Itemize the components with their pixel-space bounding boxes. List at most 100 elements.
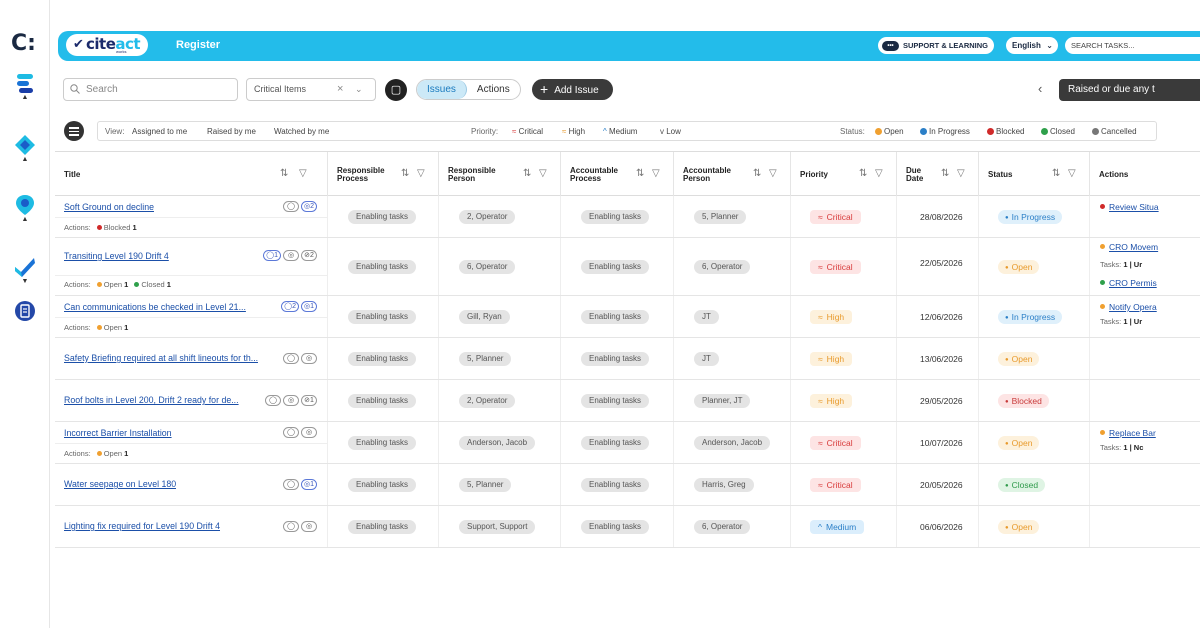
raised-due-button[interactable]: Raised or due any t xyxy=(1059,79,1200,101)
priority-filter-low[interactable]: v Low xyxy=(660,127,681,136)
watch-icon[interactable]: ◎ xyxy=(283,250,299,261)
attachment-icon[interactable]: ⊘1 xyxy=(301,395,317,406)
menu-icon[interactable] xyxy=(64,121,84,141)
table-row[interactable]: Incorrect Barrier Installation ◯ ◎ Actions:… xyxy=(55,422,1200,464)
column-header-status[interactable]: Status ⇅ ▽ xyxy=(978,152,1089,197)
rail-item-diamond[interactable]: ▲ xyxy=(0,134,50,164)
sort-icon[interactable]: ⇅ xyxy=(523,168,531,179)
column-header-apers[interactable]: Accountable Person ⇅ ▽ xyxy=(673,152,790,197)
rail-item-check[interactable]: ▼ xyxy=(0,256,50,286)
view-watched[interactable]: Watched by me xyxy=(274,127,329,136)
status-filter-open[interactable]: Open xyxy=(875,127,904,136)
tab-issues[interactable]: Issues xyxy=(417,80,467,99)
watch-icon[interactable]: ◎2 xyxy=(300,201,317,212)
comment-icon[interactable]: ◯ xyxy=(283,353,299,364)
table-row[interactable]: Roof bolts in Level 200, Drift 2 ready f… xyxy=(55,380,1200,422)
sort-icon[interactable]: ⇅ xyxy=(941,168,949,179)
issue-title-link[interactable]: Roof bolts in Level 200, Drift 2 ready f… xyxy=(64,395,239,405)
filter-icon[interactable]: ▽ xyxy=(539,168,547,179)
action-link-item[interactable]: Review Situa xyxy=(1100,202,1159,212)
filter-icon[interactable]: ▽ xyxy=(1068,168,1076,179)
action-link-item[interactable]: Replace Bar xyxy=(1100,428,1156,438)
issue-title-link[interactable]: Safety Briefing required at all shift li… xyxy=(64,353,258,363)
table-row[interactable]: Soft Ground on decline ◯ ◎2 Actions: Blocked… xyxy=(55,196,1200,238)
priority-filter-high[interactable]: ≈ High xyxy=(562,127,585,136)
sort-icon[interactable]: ⇅ xyxy=(753,168,761,179)
action-link[interactable]: Notify Opera xyxy=(1109,302,1157,312)
watch-icon[interactable]: ◎ xyxy=(283,395,299,406)
language-select[interactable]: English ⌄ xyxy=(1006,37,1058,54)
chevron-left-icon[interactable]: ‹ xyxy=(1038,81,1042,96)
sort-icon[interactable]: ⇅ xyxy=(401,168,409,179)
filter-icon[interactable]: ▽ xyxy=(769,168,777,179)
comment-icon[interactable]: ◯ xyxy=(282,201,299,212)
comment-icon[interactable]: ◯ xyxy=(265,395,281,406)
add-issue-button[interactable]: + Add Issue xyxy=(532,79,613,100)
column-header-title[interactable]: Title ⇅ ▽ xyxy=(55,152,327,197)
search-input[interactable]: Search xyxy=(63,78,238,101)
column-header-actions[interactable]: Actions xyxy=(1089,152,1200,197)
priority-filter-medium[interactable]: ^ Medium xyxy=(603,127,637,136)
action-link-item[interactable]: CRO Movem xyxy=(1100,242,1158,252)
comment-icon[interactable]: ◯ xyxy=(283,427,299,438)
column-header-rproc[interactable]: Responsible Process ⇅ ▽ xyxy=(327,152,438,197)
issue-title-link[interactable]: Incorrect Barrier Installation xyxy=(64,428,172,438)
table-row[interactable]: Water seepage on Level 180 ◯ ◎1 Enabling ta… xyxy=(55,464,1200,506)
view-assigned[interactable]: Assigned to me xyxy=(132,127,187,136)
issue-title-link[interactable]: Transiting Level 190 Drift 4 xyxy=(64,251,169,261)
rail-item-register[interactable] xyxy=(0,300,50,322)
column-header-aproc[interactable]: Accountable Process ⇅ ▽ xyxy=(560,152,673,197)
filter-select[interactable]: Critical Items × ⌄ xyxy=(246,78,376,101)
tab-actions[interactable]: Actions xyxy=(467,80,520,99)
watch-icon[interactable]: ◎ xyxy=(301,521,317,532)
comment-icon[interactable]: ▢ xyxy=(385,79,407,101)
sort-icon[interactable]: ⇅ xyxy=(859,168,867,179)
action-link[interactable]: Replace Bar xyxy=(1109,428,1156,438)
sort-icon[interactable]: ⇅ xyxy=(1052,168,1060,179)
task-search-input[interactable]: SEARCH TASKS... xyxy=(1065,37,1200,54)
issue-title-link[interactable]: Lighting fix required for Level 190 Drif… xyxy=(64,521,220,531)
filter-icon[interactable]: ▽ xyxy=(417,168,425,179)
watch-icon[interactable]: ◎ xyxy=(301,427,317,438)
comment-icon[interactable]: ◯ xyxy=(283,521,299,532)
app-logo[interactable]: C: xyxy=(11,31,36,56)
watch-icon[interactable]: ◎1 xyxy=(300,301,317,312)
column-header-priority[interactable]: Priority ⇅ ▽ xyxy=(790,152,896,197)
table-row[interactable]: Lighting fix required for Level 190 Drif… xyxy=(55,506,1200,548)
comment-icon[interactable]: ◯1 xyxy=(263,250,281,261)
issue-title-link[interactable]: Water seepage on Level 180 xyxy=(64,479,176,489)
rail-item-location[interactable]: ▲ xyxy=(0,194,50,224)
status-filter-cancelled[interactable]: Cancelled xyxy=(1092,127,1137,136)
rail-item-layers[interactable]: ▲ xyxy=(0,72,50,102)
action-link-item[interactable]: CRO Permis xyxy=(1100,278,1157,288)
filter-icon[interactable]: ▽ xyxy=(875,168,883,179)
support-learning-button[interactable]: ••• SUPPORT & LEARNING xyxy=(878,37,995,54)
action-link-item[interactable]: Notify Opera xyxy=(1100,302,1157,312)
status-filter-blocked[interactable]: Blocked xyxy=(987,127,1024,136)
view-raised[interactable]: Raised by me xyxy=(207,127,256,136)
watch-icon[interactable]: ◎ xyxy=(301,353,317,364)
issue-title-link[interactable]: Can communications be checked in Level 2… xyxy=(64,302,246,312)
status-filter-closed[interactable]: Closed xyxy=(1041,127,1075,136)
action-link[interactable]: Review Situa xyxy=(1109,202,1159,212)
filter-icon[interactable]: ▽ xyxy=(957,168,965,179)
column-header-rpers[interactable]: Responsible Person ⇅ ▽ xyxy=(438,152,560,197)
brand-logo[interactable]: ✔ citeact works xyxy=(66,34,148,56)
table-row[interactable]: Safety Briefing required at all shift li… xyxy=(55,338,1200,380)
comment-icon[interactable]: ◯ xyxy=(282,479,299,490)
action-link[interactable]: CRO Movem xyxy=(1109,242,1158,252)
column-header-due[interactable]: Due Date ⇅ ▽ xyxy=(896,152,978,197)
table-row[interactable]: Can communications be checked in Level 2… xyxy=(55,296,1200,338)
filter-icon[interactable]: ▽ xyxy=(299,168,307,179)
chevron-down-icon[interactable]: ⌄ xyxy=(355,79,363,100)
action-link[interactable]: CRO Permis xyxy=(1109,278,1157,288)
priority-filter-critical[interactable]: ≈ Critical xyxy=(512,127,543,136)
sort-icon[interactable]: ⇅ xyxy=(280,168,288,179)
watch-icon[interactable]: ◎1 xyxy=(300,479,317,490)
attachment-icon[interactable]: ⊘2 xyxy=(301,250,317,261)
status-filter-in-progress[interactable]: In Progress xyxy=(920,127,970,136)
issue-title-link[interactable]: Soft Ground on decline xyxy=(64,202,154,212)
table-row[interactable]: Transiting Level 190 Drift 4 ◯1 ◎ ⊘2 Actions… xyxy=(55,238,1200,296)
sort-icon[interactable]: ⇅ xyxy=(636,168,644,179)
clear-icon[interactable]: × xyxy=(337,79,343,100)
